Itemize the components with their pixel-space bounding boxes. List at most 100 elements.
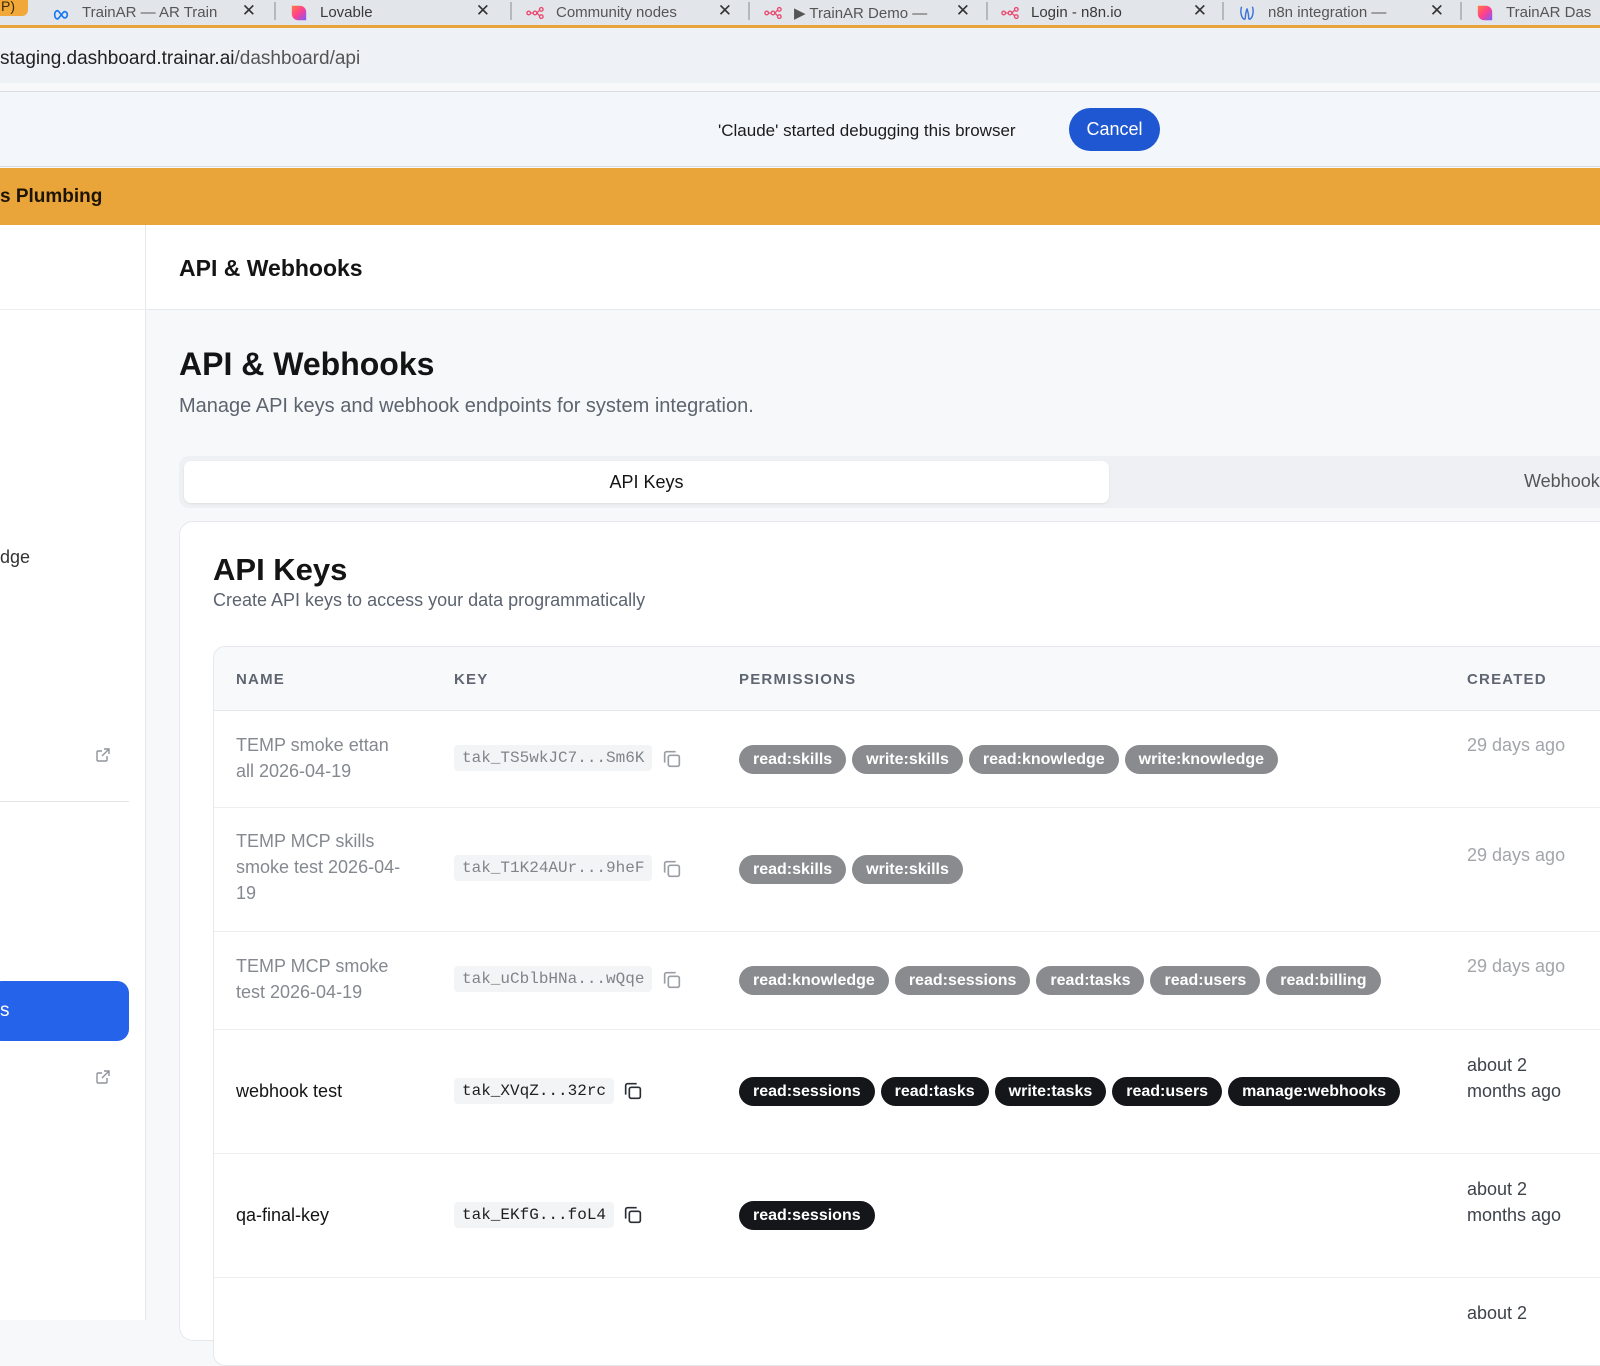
permissions-list: read:skills write:skills: [739, 855, 963, 884]
card-subtitle: Create API keys to access your data prog…: [213, 590, 646, 610]
tab-title: Lovable: [320, 4, 373, 21]
permissions-list: read:sessions read:tasks write:tasks rea…: [739, 1077, 1401, 1106]
permission-badge: read:skills: [739, 745, 847, 774]
n8n-icon: [1001, 6, 1019, 19]
close-tab-icon[interactable]: ✕: [1193, 1, 1207, 21]
column-header-created: CREATED: [1467, 671, 1547, 688]
browser-tab[interactable]: TrainAR Das: [1476, 0, 1600, 25]
permission-badge: write:knowledge: [1124, 745, 1279, 774]
permission-badge: write:skills: [852, 745, 963, 774]
permission-badge: read:tasks: [1036, 966, 1145, 995]
organization-banner: s Plumbing: [0, 168, 1600, 225]
browser-tab[interactable]: Community nodes ✕: [526, 0, 732, 25]
permissions-list: read:skills write:skills read:knowledge …: [739, 745, 1279, 774]
n8n-icon: [764, 6, 782, 19]
copy-icon[interactable]: [622, 1204, 644, 1226]
key-name: TEMP MCP skills smoke test 2026-04-19: [236, 831, 401, 903]
created-date: 29 days ago: [1467, 845, 1566, 865]
tab-title: ▶ TrainAR Demo —: [794, 4, 928, 22]
created-date: about 2 months ago: [1467, 1179, 1562, 1225]
browser-tab[interactable]: Login - n8n.io ✕: [1001, 0, 1207, 25]
key-value: tak_T1K24AUr...9heF: [454, 855, 653, 881]
sidebar-item-knowledge[interactable]: dge: [0, 547, 30, 568]
url-host: staging.dashboard.trainar.ai: [0, 48, 235, 69]
permission-badge: read:knowledge: [968, 745, 1119, 774]
created-date: 29 days ago: [1467, 735, 1566, 755]
table-row[interactable]: TEMP MCP skills smoke test 2026-04-19 ta…: [214, 808, 1600, 932]
permission-badge: read:sessions: [739, 1201, 875, 1230]
browser-tab[interactable]: n8n integration — ✕: [1238, 0, 1444, 25]
table-row[interactable]: about 2: [214, 1278, 1600, 1365]
debugging-notification-bar: 'Claude' started debugging this browser …: [0, 91, 1600, 167]
address-bar[interactable]: staging.dashboard.trainar.ai/dashboard/a…: [0, 28, 1600, 83]
external-link-icon[interactable]: [95, 1069, 111, 1085]
copy-icon[interactable]: [661, 858, 683, 880]
cancel-debugging-button[interactable]: Cancel: [1069, 108, 1160, 151]
claude-icon: [1240, 5, 1254, 20]
column-header-key: KEY: [454, 671, 489, 688]
table-header: NAME KEY PERMISSIONS CREATED: [214, 647, 1600, 711]
table-row[interactable]: qa-final-key tak_EKfG...foL4 read:sessio…: [214, 1154, 1600, 1278]
close-tab-icon[interactable]: ✕: [476, 1, 490, 21]
url-text[interactable]: staging.dashboard.trainar.ai/dashboard/a…: [0, 48, 360, 70]
permission-badge: manage:webhooks: [1228, 1077, 1401, 1106]
permissions-list: read:knowledge read:sessions read:tasks …: [739, 966, 1381, 995]
api-keys-table: NAME KEY PERMISSIONS CREATED TEMP smoke …: [213, 646, 1600, 1366]
key-name: TEMP smoke ettan all 2026-04-19: [236, 735, 389, 781]
browser-tab[interactable]: ▶ TrainAR Demo — ✕: [764, 0, 970, 25]
sidebar-item-label: s: [0, 1000, 10, 1021]
external-link-icon[interactable]: [95, 747, 111, 763]
tab-title: TrainAR — AR Train: [82, 4, 218, 21]
lovable-heart-icon: [291, 5, 307, 20]
tab-title: Login - n8n.io: [1031, 4, 1122, 21]
tab-api-keys[interactable]: API Keys: [184, 461, 1109, 503]
browser-tab[interactable]: Lovable ✕: [290, 0, 490, 25]
permission-badge: write:skills: [852, 855, 963, 884]
url-path: /dashboard/api: [234, 48, 361, 69]
column-header-name: NAME: [236, 671, 285, 688]
sidebar-header: [0, 225, 146, 310]
key-name: TEMP MCP smoke test 2026-04-19: [236, 956, 389, 1002]
permission-badge: read:sessions: [894, 966, 1031, 995]
browser-tab-strip: P) TrainAR — AR Train ✕ Lovable ✕ Commun…: [0, 0, 1600, 28]
permission-badge: read:users: [1112, 1077, 1223, 1106]
key-value: tak_uCblbHNa...wQqe: [454, 966, 653, 992]
tab-webhooks[interactable]: Webhooks: [1524, 471, 1600, 492]
key-value: tak_EKfG...foL4: [454, 1202, 615, 1228]
table-row[interactable]: TEMP smoke ettan all 2026-04-19 tak_TS5w…: [214, 711, 1600, 808]
permission-badge: read:users: [1150, 966, 1261, 995]
pinned-tab[interactable]: P): [0, 0, 28, 16]
page-header: API & Webhooks: [146, 225, 1600, 310]
key-name: webhook test: [236, 1081, 343, 1101]
sidebar: dge s: [0, 225, 146, 1320]
page-subtitle: Manage API keys and webhook endpoints fo…: [179, 395, 754, 417]
api-keys-card: API Keys Create API keys to access your …: [179, 521, 1600, 1366]
permission-badge: read:knowledge: [739, 966, 889, 995]
permissions-list: read:sessions: [739, 1201, 875, 1230]
created-date: about 2: [1467, 1303, 1528, 1323]
column-header-permissions: PERMISSIONS: [739, 671, 857, 688]
close-tab-icon[interactable]: ✕: [718, 1, 732, 21]
content-tabs: API Keys Webhooks: [179, 456, 1600, 508]
close-tab-icon[interactable]: ✕: [956, 1, 970, 21]
copy-icon[interactable]: [622, 1080, 644, 1102]
close-tab-icon[interactable]: ✕: [1430, 1, 1444, 21]
permission-badge: read:tasks: [880, 1077, 989, 1106]
key-value: tak_XVqZ...32rc: [454, 1078, 615, 1104]
n8n-icon: [526, 6, 544, 19]
lovable-heart-icon: [1477, 5, 1493, 20]
table-row[interactable]: webhook test tak_XVqZ...32rc read:sessio…: [214, 1030, 1600, 1154]
tab-title: n8n integration —: [1268, 4, 1387, 21]
copy-icon[interactable]: [661, 969, 683, 991]
card-title: API Keys: [213, 552, 348, 587]
permission-badge: read:skills: [739, 855, 847, 884]
permission-badge: read:sessions: [739, 1077, 875, 1106]
close-tab-icon[interactable]: ✕: [242, 1, 256, 21]
key-name: qa-final-key: [236, 1205, 330, 1225]
sidebar-item-api-webhooks-active[interactable]: s: [0, 981, 129, 1041]
permission-badge: read:billing: [1266, 966, 1381, 995]
copy-icon[interactable]: [661, 748, 683, 770]
meta-infinity-icon: [53, 9, 69, 20]
table-row[interactable]: TEMP MCP smoke test 2026-04-19 tak_uCblb…: [214, 932, 1600, 1030]
browser-tab[interactable]: TrainAR — AR Train ✕: [52, 0, 256, 25]
